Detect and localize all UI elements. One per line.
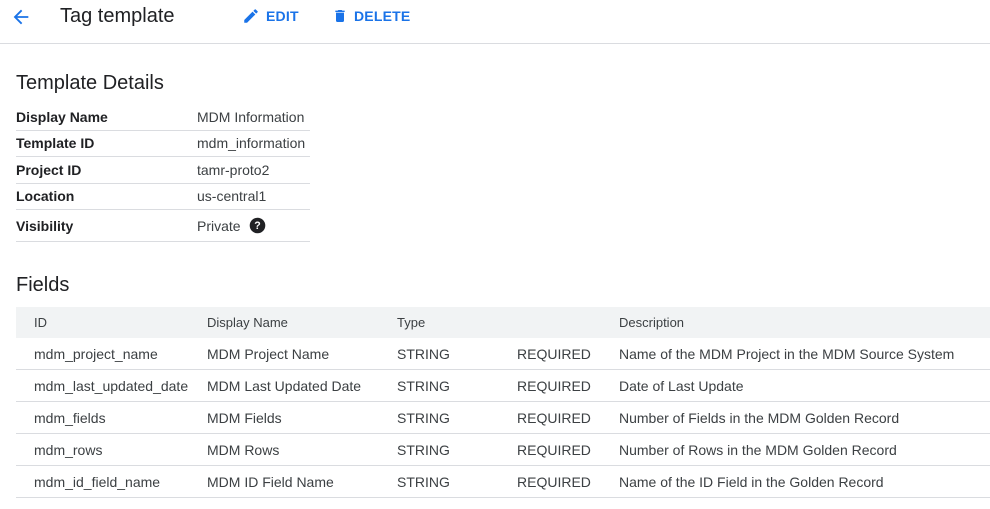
fields-table: ID Display Name Type Description mdm_pro…: [16, 307, 990, 498]
detail-value: us-central1: [197, 188, 267, 205]
detail-value: Private: [197, 217, 241, 234]
field-type: STRING: [397, 377, 450, 394]
field-description: Date of Last Update: [619, 377, 744, 394]
field-required: REQUIRED: [517, 377, 591, 394]
column-header-id: ID: [34, 315, 47, 330]
fields-heading: Fields: [16, 274, 70, 296]
detail-label: Display Name: [16, 108, 108, 125]
field-required: REQUIRED: [517, 441, 591, 458]
field-id: mdm_fields: [34, 409, 106, 426]
edit-button-label: EDIT: [266, 8, 299, 24]
page-header: Tag template EDIT DELETE: [0, 0, 990, 44]
column-header-display-name: Display Name: [207, 315, 288, 330]
field-display-name: MDM Fields: [207, 409, 282, 426]
template-details-heading: Template Details: [16, 72, 164, 94]
detail-value: tamr-proto2: [197, 161, 270, 178]
field-required: REQUIRED: [517, 409, 591, 426]
detail-label: Location: [16, 188, 75, 205]
detail-label: Template ID: [16, 135, 95, 152]
delete-button[interactable]: DELETE: [332, 6, 410, 26]
field-id: mdm_last_updated_date: [34, 377, 189, 394]
field-display-name: MDM Project Name: [207, 345, 330, 362]
arrow-back-icon: [13, 9, 29, 25]
field-display-name: MDM ID Field Name: [207, 473, 334, 490]
pencil-icon: [244, 9, 258, 23]
field-type: STRING: [397, 345, 450, 362]
field-display-name: MDM Last Updated Date: [207, 377, 362, 394]
table-row: mdm_project_name MDM Project Name STRING…: [16, 338, 990, 370]
help-icon[interactable]: ?: [249, 217, 266, 234]
trash-icon: [335, 10, 345, 22]
page-title: Tag template: [60, 5, 175, 27]
detail-value-wrap: Private ?: [197, 217, 266, 234]
detail-row-visibility: Visibility Private ?: [16, 210, 310, 242]
field-id: mdm_id_field_name: [34, 473, 161, 490]
detail-row-template-id: Template ID mdm_information: [16, 131, 310, 157]
table-row: mdm_rows MDM Rows STRING REQUIRED Number…: [16, 434, 990, 466]
delete-button-label: DELETE: [354, 8, 411, 24]
field-type: STRING: [397, 473, 450, 490]
table-row: mdm_last_updated_date MDM Last Updated D…: [16, 370, 990, 402]
detail-label: Project ID: [16, 161, 82, 178]
field-required: REQUIRED: [517, 345, 591, 362]
field-description: Name of the ID Field in the Golden Recor…: [619, 473, 884, 490]
column-header-type: Type: [397, 315, 426, 330]
field-type: STRING: [397, 441, 450, 458]
detail-label: Visibility: [16, 217, 74, 234]
field-description: Name of the MDM Project in the MDM Sourc…: [619, 345, 955, 362]
field-required: REQUIRED: [517, 473, 591, 490]
field-id: mdm_rows: [34, 441, 103, 458]
field-description: Number of Fields in the MDM Golden Recor…: [619, 409, 900, 426]
column-header-description: Description: [619, 315, 685, 330]
field-description: Number of Rows in the MDM Golden Record: [619, 441, 897, 458]
fields-table-header: ID Display Name Type Description: [16, 307, 990, 338]
back-button[interactable]: [8, 4, 34, 30]
table-row: mdm_fields MDM Fields STRING REQUIRED Nu…: [16, 402, 990, 434]
table-row: mdm_id_field_name MDM ID Field Name STRI…: [16, 466, 990, 498]
field-type: STRING: [397, 409, 450, 426]
field-id: mdm_project_name: [34, 345, 158, 362]
field-display-name: MDM Rows: [207, 441, 280, 458]
detail-value: mdm_information: [197, 135, 306, 152]
template-details-table: Display Name MDM Information Template ID…: [16, 104, 310, 242]
detail-row-location: Location us-central1: [16, 184, 310, 210]
detail-row-display-name: Display Name MDM Information: [16, 104, 310, 131]
edit-button[interactable]: EDIT: [242, 6, 299, 26]
detail-row-project-id: Project ID tamr-proto2: [16, 157, 310, 184]
detail-value: MDM Information: [197, 108, 305, 125]
svg-text:?: ?: [254, 220, 260, 232]
